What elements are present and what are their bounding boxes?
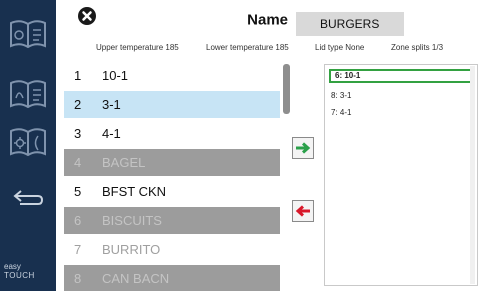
- sidebar: easy TOUCH: [0, 0, 56, 291]
- list-item-label: CAN BACN: [102, 271, 170, 286]
- zone-item[interactable]: 6: 10-1: [329, 69, 475, 83]
- name-label: Name: [247, 11, 288, 29]
- back-arrow-icon: [13, 190, 44, 205]
- list-item[interactable]: 1 10-1: [64, 62, 280, 90]
- name-input[interactable]: [296, 12, 404, 36]
- recipe-book-button[interactable]: [6, 76, 50, 112]
- list-item-label: BURRITO: [102, 242, 161, 257]
- list-item[interactable]: 4 BAGEL: [64, 149, 280, 177]
- right-arrow-icon: [296, 142, 311, 154]
- list-item-number: 8: [74, 271, 82, 286]
- lower-temperature-text: Lower temperature 185: [206, 43, 289, 52]
- list-item-label: 4-1: [102, 126, 121, 141]
- list-item-label: 3-1: [102, 97, 121, 112]
- lid-type-text: Lid type None: [315, 43, 365, 52]
- remove-from-zone-button[interactable]: [292, 200, 314, 222]
- zone-splits-text: Zone splits 1/3: [391, 43, 444, 52]
- logo-line2: TOUCH: [4, 271, 35, 280]
- upper-temperature-text: Upper temperature 185: [96, 43, 179, 52]
- list-item[interactable]: 6 BISCUITS: [64, 207, 280, 235]
- settings-book-icon: [10, 128, 46, 157]
- add-to-zone-button[interactable]: [292, 137, 314, 159]
- zone-list: 6: 10-1 8: 3-1 7: 4-1: [324, 64, 478, 286]
- list-scrollbar[interactable]: [283, 64, 290, 114]
- list-item[interactable]: 3 4-1: [64, 120, 280, 148]
- list-item[interactable]: 8 CAN BACN: [64, 265, 280, 291]
- list-item-number: 6: [74, 213, 82, 228]
- list-item-label: 10-1: [102, 68, 129, 83]
- list-item-number: 3: [74, 126, 82, 141]
- zone-item[interactable]: 7: 4-1: [331, 108, 351, 117]
- list-item-number: 4: [74, 155, 82, 170]
- back-button[interactable]: [6, 180, 50, 216]
- easy-touch-logo: easy TOUCH: [4, 262, 52, 280]
- list-item-label: BAGEL: [102, 155, 146, 170]
- menu-book-button[interactable]: [6, 16, 50, 52]
- zone-scrollbar[interactable]: [470, 66, 475, 284]
- list-item-label: BFST CKN: [102, 184, 167, 199]
- list-item-number: 5: [74, 184, 82, 199]
- close-icon: [82, 11, 92, 21]
- recipe-book-icon: [10, 80, 46, 109]
- logo-line1: easy: [4, 262, 21, 271]
- list-item[interactable]: 5 BFST CKN: [64, 178, 280, 206]
- list-item-number: 2: [74, 97, 82, 112]
- left-arrow-icon: [295, 205, 310, 217]
- list-item-number: 1: [74, 68, 82, 83]
- list-item-number: 7: [74, 242, 82, 257]
- product-list: 1 10-1 2 3-1 3 4-1 4 BAGEL 5 BFST CKN 6 BISCUITS 7 BU…: [64, 62, 280, 291]
- list-item-label: BISCUITS: [102, 213, 162, 228]
- close-button[interactable]: [78, 7, 96, 25]
- list-item[interactable]: 7 BURRITO: [64, 236, 280, 264]
- menu-book-icon: [10, 20, 46, 49]
- zone-item[interactable]: 8: 3-1: [331, 91, 351, 100]
- settings-book-button[interactable]: [6, 124, 50, 160]
- list-item[interactable]: 2 3-1: [64, 91, 280, 119]
